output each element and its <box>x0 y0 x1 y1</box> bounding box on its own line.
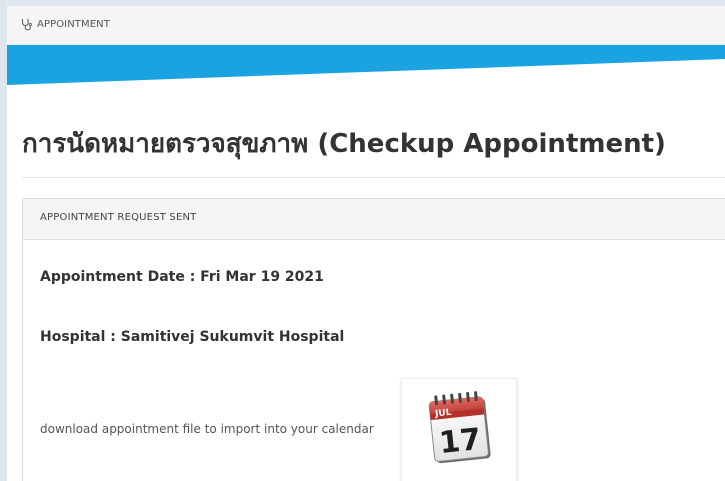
card-header: APPOINTMENT REQUEST SENT <box>23 199 725 240</box>
header-banner <box>7 45 725 85</box>
title-divider <box>22 177 725 178</box>
top-bar-breadcrumb[interactable]: APPOINTMENT <box>21 17 110 31</box>
calendar-icon: JUL 17 <box>428 391 491 464</box>
hospital-name: Hospital : Samitivej Sukumvit Hospital <box>40 329 345 345</box>
browser-frame: APPOINTMENT การนัดหมายตรวจสุขภาพ (Checku… <box>0 0 725 481</box>
calendar-icon-month: JUL <box>434 408 453 420</box>
calendar-icon-day: 17 <box>438 422 483 461</box>
download-instructions: download appointment file to import into… <box>40 422 374 436</box>
download-calendar-button[interactable]: JUL 17 <box>401 378 517 481</box>
card-header-title: APPOINTMENT REQUEST SENT <box>40 212 197 223</box>
page-title: การนัดหมายตรวจสุขภาพ (Checkup Appointmen… <box>22 129 666 159</box>
top-bar: APPOINTMENT <box>7 6 725 45</box>
top-bar-label: APPOINTMENT <box>37 18 110 30</box>
appointment-date: Appointment Date : Fri Mar 19 2021 <box>40 269 324 285</box>
stethoscope-icon <box>21 18 32 30</box>
page: APPOINTMENT การนัดหมายตรวจสุขภาพ (Checku… <box>7 6 725 481</box>
appointment-card: APPOINTMENT REQUEST SENT Appointment Dat… <box>22 198 725 481</box>
